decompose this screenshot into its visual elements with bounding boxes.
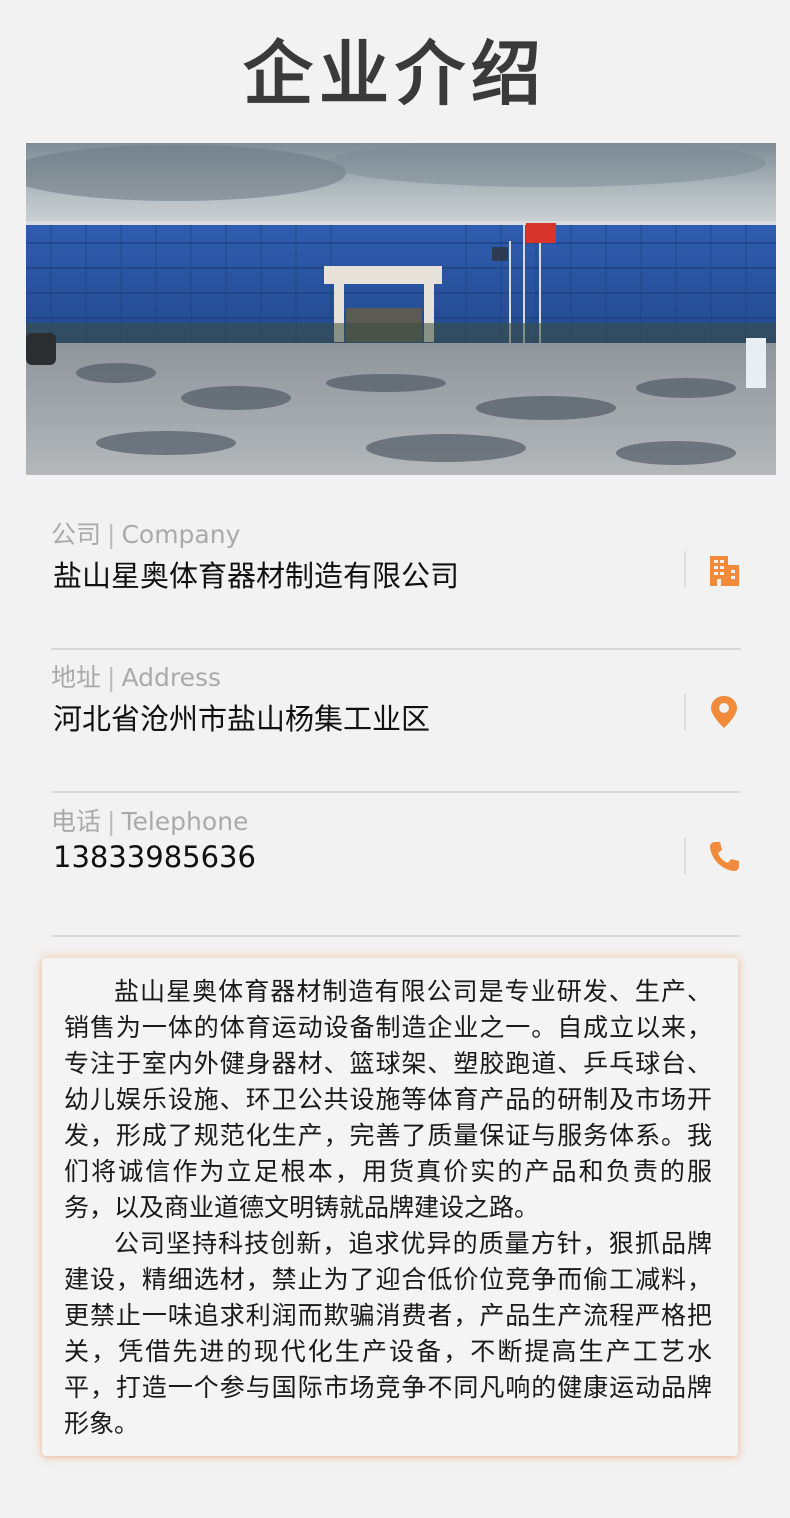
company-row: 公司 | Company 盐山星奥体育器材制造有限公司 (51, 505, 741, 650)
phone-label: 电话 | Telephone (51, 807, 249, 836)
phone-number[interactable]: 13833985636 (53, 840, 256, 874)
address-value: 河北省沧州市盐山杨集工业区 (53, 702, 431, 736)
intro-paragraph: 公司坚持科技创新，追求优异的质量方针，狠抓品牌建设，精细选材，禁止为了迎合低价位… (64, 1229, 712, 1438)
divider (684, 838, 686, 874)
address-label: 地址 | Address (51, 663, 222, 692)
company-name: 盐山星奥体育器材制造有限公司 (53, 559, 460, 593)
company-label: 公司 | Company (51, 520, 241, 549)
company-intro-card: 盐山星奥体育器材制造有限公司是专业研发、生产、销售为一体的体育运动设备制造企业之… (42, 958, 738, 1456)
address-row: 地址 | Address 河北省沧州市盐山杨集工业区 (51, 648, 741, 793)
phone-row: 电话 | Telephone 13833985636 (51, 792, 741, 937)
page-title: 企业介绍 (243, 33, 547, 115)
intro-paragraph: 盐山星奥体育器材制造有限公司是专业研发、生产、销售为一体的体育运动设备制造企业之… (64, 977, 712, 1222)
divider (684, 551, 686, 587)
divider (684, 694, 686, 730)
location-pin-icon[interactable] (707, 694, 741, 730)
phone-icon[interactable] (707, 838, 741, 874)
factory-photo (26, 143, 776, 475)
building-icon[interactable] (707, 551, 741, 587)
